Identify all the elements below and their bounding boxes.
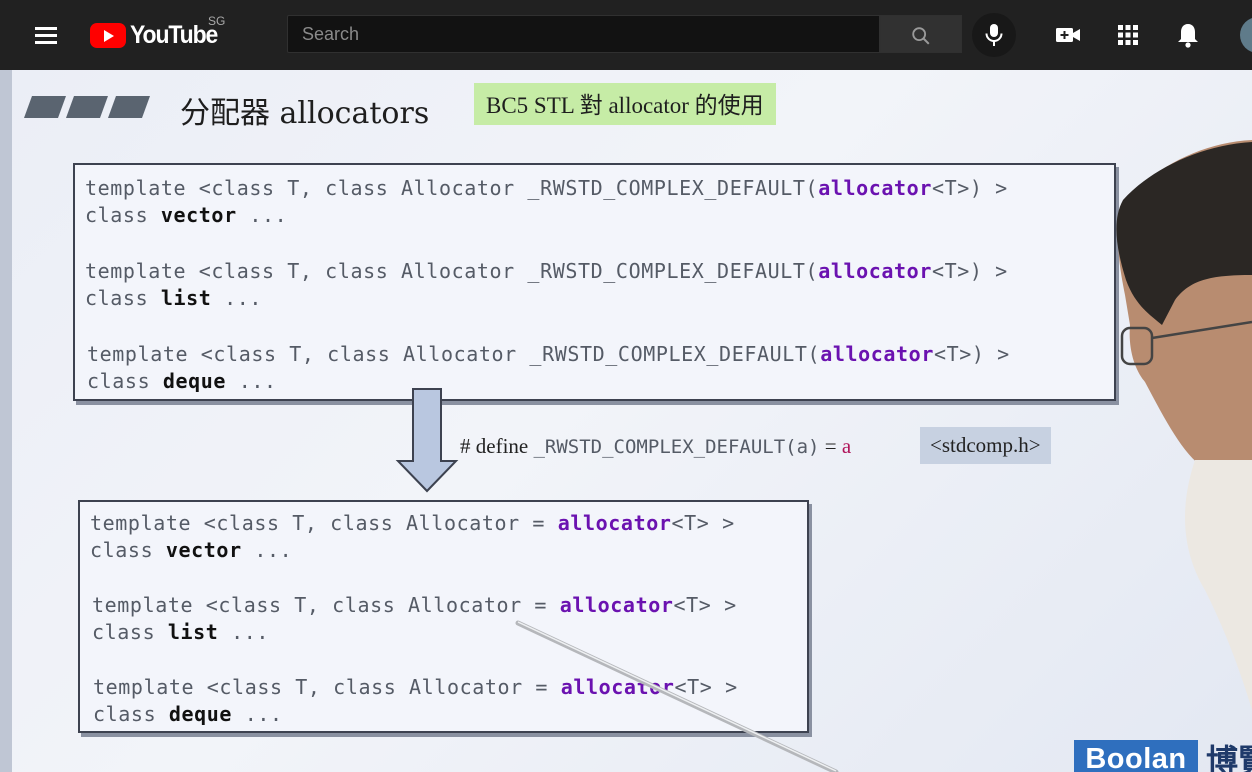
- search-box: [287, 15, 880, 53]
- pointer-stick: [515, 620, 839, 772]
- region-code: SG: [208, 14, 226, 28]
- youtube-header: YouTube SG: [0, 0, 1252, 70]
- search-input[interactable]: [288, 16, 879, 52]
- notifications-button[interactable]: [1174, 21, 1202, 49]
- apps-grid-icon: [1118, 25, 1138, 45]
- avatar[interactable]: [1240, 17, 1252, 53]
- video-camera-plus-icon: [1056, 28, 1080, 42]
- search-icon: [912, 27, 930, 45]
- logo-text: YouTube: [130, 21, 218, 49]
- search-button[interactable]: [880, 15, 962, 53]
- bell-icon: [1178, 24, 1198, 48]
- apps-button[interactable]: [1114, 21, 1142, 49]
- youtube-play-icon: [90, 23, 126, 48]
- video-player[interactable]: 分配器 allocators BC5 STL 對 allocator 的使用 t…: [0, 70, 1252, 772]
- hamburger-menu-icon[interactable]: [27, 18, 65, 52]
- voice-search-button[interactable]: [972, 13, 1016, 57]
- microphone-icon: [985, 24, 1003, 46]
- create-video-button[interactable]: [1054, 21, 1082, 49]
